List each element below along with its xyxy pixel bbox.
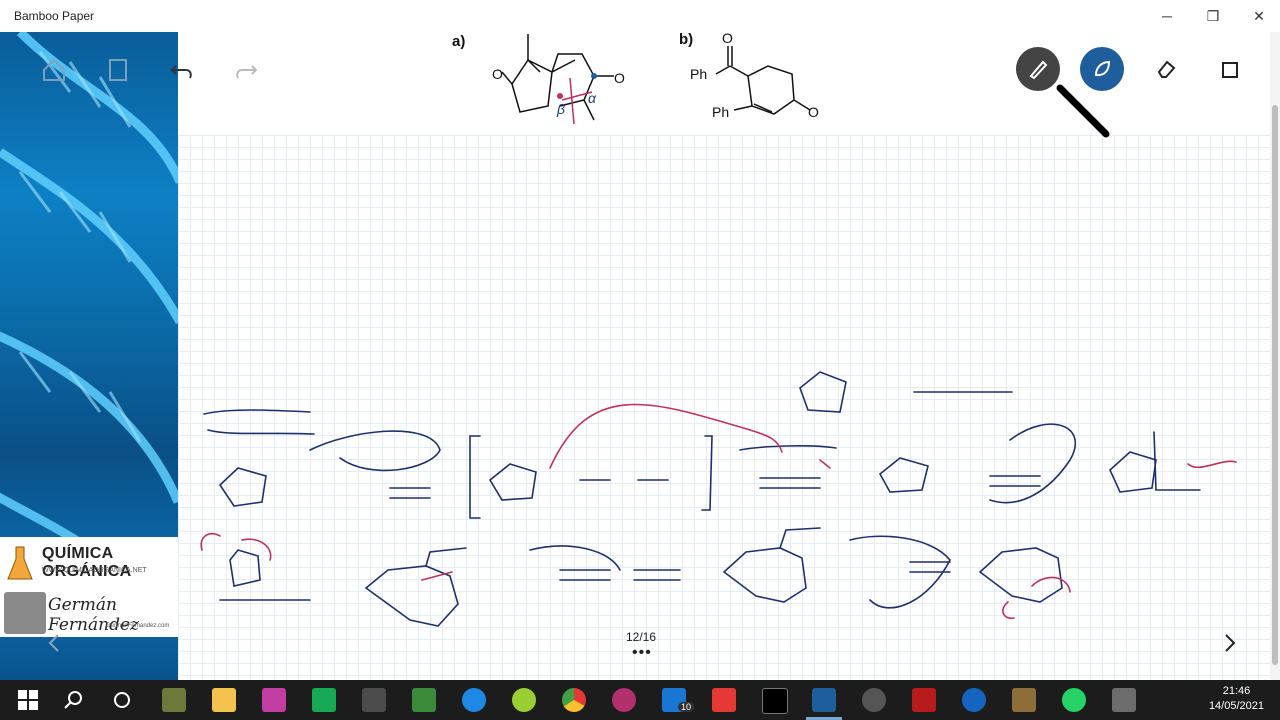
previous-page-icon[interactable] <box>44 632 64 654</box>
problem-a-label: a) <box>452 33 466 50</box>
bamboo-paper-icon[interactable] <box>812 688 836 712</box>
next-page-icon[interactable] <box>1220 632 1240 654</box>
marker-tool-icon <box>1094 60 1111 77</box>
sidebar-background-image: QUÍMICA ORGÁNICA WWW.QUIMICAORGANICA.NET… <box>0 32 178 680</box>
flask-logo-icon <box>7 546 33 580</box>
molecule-b-oxygen-right: O <box>808 104 819 120</box>
search-icon[interactable] <box>62 688 86 712</box>
molecule-b-phenyl-top: Ph <box>690 66 708 82</box>
minimize-button[interactable]: ─ <box>1144 0 1190 32</box>
app-green-icon[interactable] <box>312 688 336 712</box>
author-email: GermanFernandez.com <box>106 623 170 629</box>
molecule-b-oxygen-top: O <box>722 30 733 46</box>
taskbar: 10 21:46 14/05/2021 <box>0 680 1280 720</box>
brand-title: QUÍMICA ORGÁNICA <box>42 545 132 580</box>
eraser-tool-icon <box>1157 60 1176 78</box>
chrome-icon[interactable] <box>562 688 586 712</box>
brand-url: WWW.QUIMICAORGANICA.NET <box>42 567 147 574</box>
clock-time: 21:46 <box>1222 685 1251 697</box>
acrobat-icon[interactable] <box>712 688 736 712</box>
author-name: Germán Fernández <box>48 595 139 635</box>
system-clock[interactable]: 21:46 14/05/2021 <box>1209 684 1264 714</box>
author-avatar <box>4 592 46 634</box>
select-tool-icon <box>1222 62 1238 78</box>
cortana-icon[interactable] <box>110 688 134 712</box>
molecule-a-oxygen-right: O <box>614 70 625 86</box>
title-bar: Bamboo Paper ─ ❐ ✕ <box>0 0 1280 32</box>
beta-label: β <box>557 101 565 117</box>
mail-badge: 10 <box>678 702 695 712</box>
alpha-label: α <box>588 90 596 106</box>
app-gray-icon[interactable] <box>1112 688 1136 712</box>
pen-tool-icon <box>1029 60 1048 80</box>
app-title: Bamboo Paper <box>14 9 95 23</box>
add-page-icon[interactable] <box>104 56 132 84</box>
task-app-icon[interactable] <box>162 688 186 712</box>
close-button[interactable]: ✕ <box>1236 0 1280 32</box>
pen-cursor-icon <box>1056 84 1110 138</box>
handwritten-mechanism-drawing <box>200 371 1237 627</box>
start-icon[interactable] <box>16 688 40 712</box>
filezilla-icon[interactable] <box>912 688 936 712</box>
app-black-icon[interactable] <box>762 688 788 714</box>
app-globe-blue-icon[interactable] <box>462 688 486 712</box>
app-blue-icon[interactable] <box>412 688 436 712</box>
app-globe-icon[interactable] <box>962 688 986 712</box>
app-tex-icon[interactable] <box>1012 688 1036 712</box>
app-purple-icon[interactable] <box>262 688 286 712</box>
app-teal-icon[interactable] <box>362 688 386 712</box>
android-icon[interactable] <box>512 688 536 712</box>
media-icon[interactable] <box>862 688 886 712</box>
eraser-tool-button[interactable] <box>1144 47 1188 91</box>
select-tool-button[interactable] <box>1208 47 1252 91</box>
pen-tool-button[interactable] <box>1016 47 1060 91</box>
app-pink-icon[interactable] <box>612 688 636 712</box>
molecule-a-oxygen-left: O <box>492 66 503 82</box>
scrollbar-thumb[interactable] <box>1272 105 1278 665</box>
redo-icon[interactable] <box>232 56 260 84</box>
whatsapp-icon[interactable] <box>1062 688 1086 712</box>
molecule-b-phenyl-bottom: Ph <box>712 104 730 120</box>
file-explorer-icon[interactable] <box>212 688 236 712</box>
brand-panel: QUÍMICA ORGÁNICA WWW.QUIMICAORGANICA.NET… <box>0 537 178 637</box>
clock-date: 14/05/2021 <box>1208 700 1264 712</box>
maximize-button[interactable]: ❐ <box>1190 0 1236 32</box>
page-indicator: 12/16 <box>626 630 657 644</box>
more-options-button[interactable]: ••• <box>632 644 652 662</box>
undo-icon[interactable] <box>168 56 196 84</box>
home-icon[interactable] <box>40 56 68 84</box>
